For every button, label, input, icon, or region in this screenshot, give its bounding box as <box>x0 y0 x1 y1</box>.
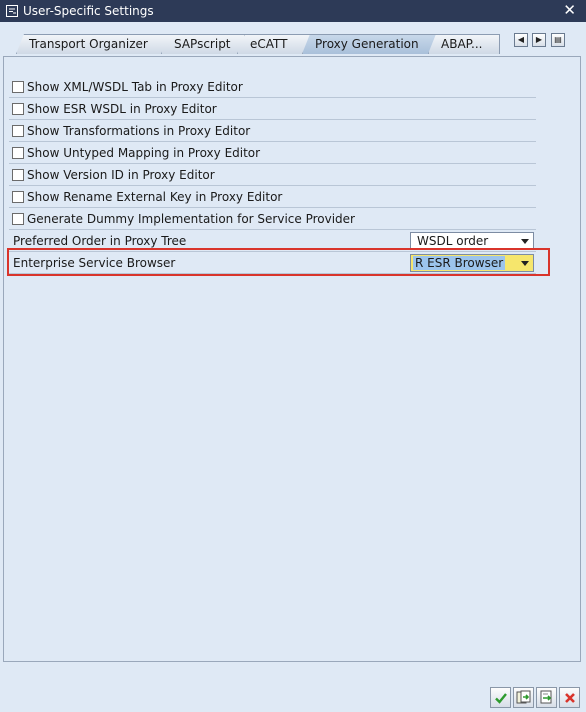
checkbox-row[interactable]: Show XML/WSDL Tab in Proxy Editor <box>9 76 536 98</box>
window-title: User-Specific Settings <box>23 4 154 18</box>
settings-panel: Show XML/WSDL Tab in Proxy Editor Show E… <box>3 56 581 662</box>
triangle-left-icon[interactable]: ◀ <box>514 33 528 47</box>
checkbox-row[interactable]: Show Version ID in Proxy Editor <box>9 164 536 186</box>
copy-save-button[interactable] <box>513 687 534 708</box>
transfer-save-button[interactable] <box>536 687 557 708</box>
dialog-toolbar <box>490 687 580 709</box>
tab-proxy-generation[interactable]: Proxy Generation <box>302 34 438 54</box>
checkbox-label: Show XML/WSDL Tab in Proxy Editor <box>27 80 243 94</box>
checkbox-row[interactable]: Generate Dummy Implementation for Servic… <box>9 208 536 230</box>
window-settings-icon <box>6 5 18 17</box>
checkbox-row[interactable]: Show Rename External Key in Proxy Editor <box>9 186 536 208</box>
checkbox-label: Generate Dummy Implementation for Servic… <box>27 212 355 226</box>
tab-label: eCATT <box>250 37 288 51</box>
checkbox-label: Show Rename External Key in Proxy Editor <box>27 190 283 204</box>
close-icon[interactable]: ✕ <box>563 3 576 18</box>
chevron-down-icon[interactable] <box>521 239 529 244</box>
checkbox[interactable] <box>12 169 24 181</box>
checkbox[interactable] <box>12 213 24 225</box>
checkbox-label: Show Untyped Mapping in Proxy Editor <box>27 146 261 160</box>
tab-label: SAPscript <box>174 37 231 51</box>
checkbox[interactable] <box>12 191 24 203</box>
transfer-save-icon <box>540 690 552 704</box>
checkbox-label: Show Transformations in Proxy Editor <box>27 124 251 138</box>
tab-label: ABAP... <box>441 37 483 51</box>
tab-ecatt[interactable]: eCATT <box>237 34 311 54</box>
checkbox-row[interactable]: Show Transformations in Proxy Editor <box>9 120 536 142</box>
checkbox[interactable] <box>12 103 24 115</box>
green-check-icon <box>494 692 507 704</box>
tab-abap[interactable]: ABAP... <box>428 34 500 54</box>
triangle-right-icon[interactable]: ▶ <box>532 33 546 47</box>
tab-transport-organizer[interactable]: Transport Organizer <box>16 34 170 54</box>
checkbox-row[interactable]: Show Untyped Mapping in Proxy Editor <box>9 142 536 164</box>
title-bar: User-Specific Settings ✕ <box>0 0 586 22</box>
preferred-order-label: Preferred Order in Proxy Tree <box>13 234 187 248</box>
checkbox[interactable] <box>12 147 24 159</box>
confirm-button[interactable] <box>490 687 511 708</box>
cancel-button[interactable] <box>559 687 580 708</box>
tab-label: Proxy Generation <box>315 37 419 51</box>
copy-save-icon <box>516 690 531 704</box>
tab-label: Transport Organizer <box>29 37 148 51</box>
tab-strip: Transport Organizer SAPscript eCATT Prox… <box>0 28 586 56</box>
tab-list-icon[interactable]: ▤ <box>551 33 565 47</box>
checkbox-label: Show Version ID in Proxy Editor <box>27 168 215 182</box>
highlight-frame <box>7 248 550 276</box>
checkbox-label: Show ESR WSDL in Proxy Editor <box>27 102 217 116</box>
checkbox-row[interactable]: Show ESR WSDL in Proxy Editor <box>9 98 536 120</box>
checkbox[interactable] <box>12 125 24 137</box>
cancel-x-icon <box>564 692 575 703</box>
dropdown-value: WSDL order <box>417 234 489 248</box>
tab-sapscript[interactable]: SAPscript <box>161 34 245 54</box>
checkbox[interactable] <box>12 81 24 93</box>
